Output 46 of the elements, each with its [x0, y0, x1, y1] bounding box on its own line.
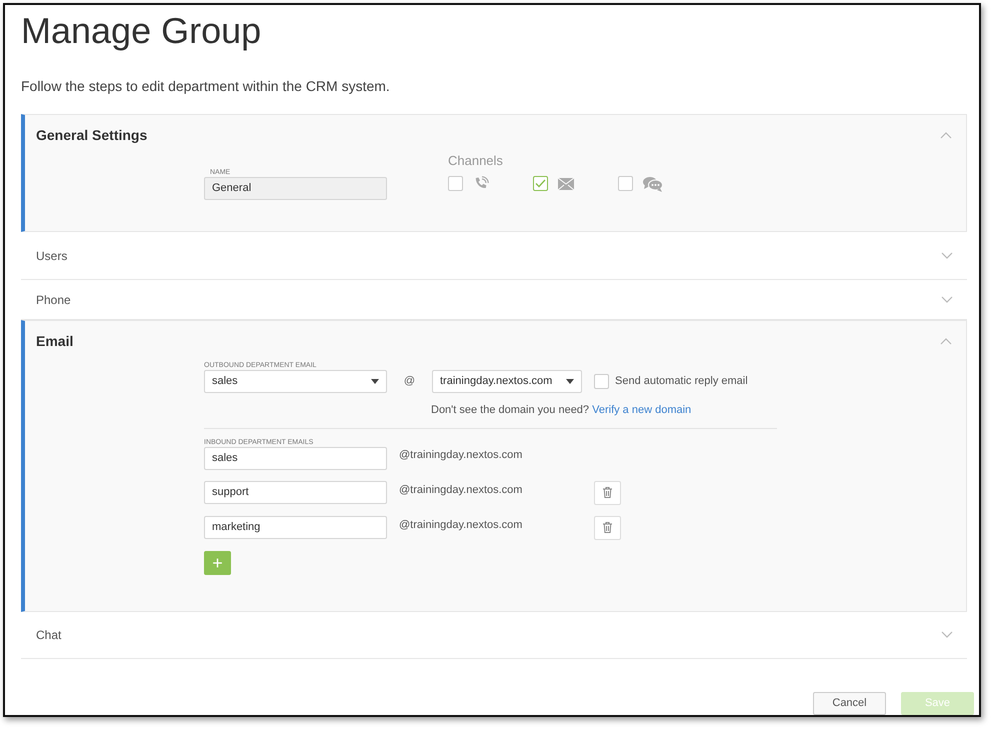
page-subtitle: Follow the steps to edit department within the CRM system.	[21, 77, 391, 96]
checkbox[interactable]	[594, 374, 609, 389]
caret-icon	[566, 379, 574, 384]
envelope-icon	[558, 178, 574, 190]
domain-text: @trainingday.nextos.com	[399, 448, 524, 464]
chevron-down-icon	[941, 631, 953, 638]
checkbox[interactable]	[448, 176, 463, 191]
chevron-down-icon	[941, 252, 953, 259]
chevron-up-icon	[940, 338, 952, 344]
caret-icon	[371, 379, 379, 384]
dropdown-value: sales	[212, 374, 238, 390]
checkbox[interactable]	[533, 176, 548, 191]
name-field[interactable]: General	[204, 177, 387, 200]
email-dropdown[interactable]: sales	[204, 370, 387, 393]
email-input[interactable]: marketing	[204, 516, 387, 539]
channels-label: Channels	[448, 152, 504, 170]
section-title: Users	[36, 248, 68, 264]
checkbox[interactable]	[618, 176, 633, 191]
domain-hint: Don't see the domain you need? Verify a new domain	[431, 403, 692, 418]
section-header[interactable]: Email	[25, 321, 966, 359]
domain-text: @trainingday.nextos.com	[399, 518, 524, 533]
section-header[interactable]: Chat	[21, 612, 967, 658]
delete-button[interactable]	[594, 480, 621, 504]
chat-bubbles-icon	[643, 176, 663, 192]
domain-dropdown[interactable]: trainingday.nextos.com	[432, 370, 582, 393]
section-title: Chat	[36, 626, 62, 644]
section-header[interactable]: General Settings	[25, 115, 966, 153]
section-title: General Settings	[36, 126, 148, 145]
dropdown-value: trainingday.nextos.com	[440, 374, 552, 390]
email-input[interactable]: support	[204, 481, 387, 504]
cancel-button[interactable]: Cancel	[813, 692, 886, 714]
page-title: Manage Group	[21, 9, 262, 53]
delete-button[interactable]	[594, 516, 621, 540]
section-title: Email	[36, 332, 74, 350]
domain-text: @trainingday.nextos.com	[399, 482, 524, 498]
email-input[interactable]: sales	[204, 446, 387, 470]
chevron-down-icon	[941, 296, 953, 303]
chevron-up-icon	[940, 132, 952, 138]
trash-icon	[603, 487, 612, 498]
checkbox-label: Send automatic reply email	[615, 374, 748, 390]
section-header[interactable]: Phone	[21, 280, 967, 319]
trash-icon	[603, 522, 612, 533]
section-header[interactable]: Users	[21, 232, 967, 279]
section-title: Phone	[36, 292, 71, 308]
verify-domain-link[interactable]: Verify a new domain	[592, 404, 692, 416]
at-sign: @	[402, 374, 416, 390]
